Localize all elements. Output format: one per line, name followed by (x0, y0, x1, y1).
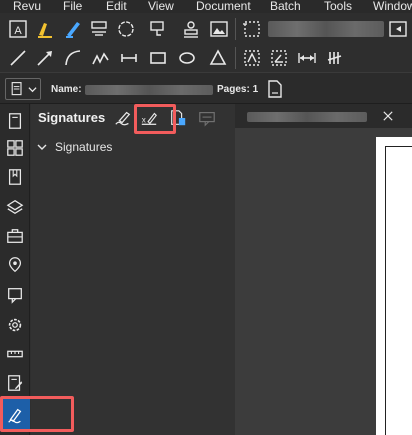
image-tool-icon[interactable] (208, 18, 230, 40)
certify-document-icon[interactable] (167, 107, 189, 129)
menu-window[interactable]: Window (373, 0, 412, 13)
arrow-tool-icon[interactable] (34, 47, 56, 69)
panel-title: Signatures (38, 110, 106, 125)
pen-tool-icon[interactable] (62, 18, 84, 40)
tile-panel-icon[interactable] (4, 137, 26, 159)
measure-area-icon[interactable] (241, 47, 263, 69)
toolbar-overflow-icon[interactable] (387, 18, 409, 40)
toolbar-separator (235, 47, 236, 69)
menu-tools[interactable]: Tools (324, 0, 352, 13)
document-name-value (85, 85, 213, 95)
svg-text:x: x (142, 116, 146, 125)
typewriter-tool-icon[interactable] (88, 18, 110, 40)
line-tool-icon[interactable] (7, 47, 29, 69)
cloud-tool-icon[interactable] (115, 18, 137, 40)
text-box-tool-icon[interactable]: A (7, 18, 29, 40)
document-menu-button[interactable] (5, 78, 41, 100)
validate-signature-icon[interactable] (196, 107, 218, 129)
menu-edit[interactable]: Edit (106, 0, 127, 13)
snapshot-tool-icon[interactable] (241, 18, 263, 40)
stamp-tool-icon[interactable] (180, 18, 202, 40)
close-tab-icon[interactable] (377, 105, 399, 127)
toolbar-separator (235, 18, 236, 40)
bookmarks-panel-icon[interactable] (4, 166, 26, 188)
layers-panel-icon[interactable] (4, 196, 26, 218)
markup-toolbar-top: A (0, 13, 412, 44)
digital-id-signature-icon[interactable]: x (138, 107, 160, 129)
name-label: Name: (51, 84, 82, 95)
properties-panel-icon[interactable] (4, 314, 26, 336)
markups-list-icon[interactable] (4, 372, 26, 394)
tree-item-label: Signatures (55, 140, 113, 154)
count-tool-icon[interactable] (324, 47, 346, 69)
rectangle-tool-icon[interactable] (147, 47, 169, 69)
menu-document[interactable]: Document (196, 0, 251, 13)
document-tab-strip (235, 104, 412, 128)
links-panel-icon[interactable] (4, 284, 26, 306)
side-panel-rail (0, 104, 30, 435)
arc-tool-icon[interactable] (62, 47, 84, 69)
callout-tool-icon[interactable] (147, 18, 169, 40)
menu-bar: Revu File Edit View Document Batch Tools… (0, 0, 412, 13)
menu-batch[interactable]: Batch (270, 0, 301, 13)
document-view (235, 104, 412, 435)
polyline-tool-icon[interactable] (90, 47, 112, 69)
style-dropdown[interactable] (268, 21, 384, 37)
sign-document-icon[interactable] (112, 107, 134, 129)
signatures-tree-item[interactable]: Signatures (37, 140, 112, 154)
svg-text:A: A (14, 25, 22, 37)
page-border (385, 146, 412, 435)
pages-label: Pages: 1 (217, 84, 259, 95)
markup-toolbar-bottom (0, 44, 412, 72)
places-panel-icon[interactable] (4, 254, 26, 276)
document-properties-icon[interactable] (264, 78, 286, 100)
measure-angle-icon[interactable] (268, 47, 290, 69)
toolchest-panel-icon[interactable] (4, 225, 26, 247)
polygon-tool-icon[interactable] (207, 47, 229, 69)
measure-length-icon[interactable] (296, 47, 318, 69)
chevron-down-icon[interactable] (37, 142, 49, 152)
highlighter-tool-icon[interactable] (34, 18, 56, 40)
pdf-page[interactable] (376, 137, 412, 435)
measurements-panel-icon[interactable] (4, 343, 26, 365)
signatures-panel: Signatures x Signatures (31, 104, 235, 435)
thumbnails-panel-icon[interactable] (4, 110, 26, 132)
document-info-bar: Name: Pages: 1 (0, 72, 412, 104)
menu-revu[interactable]: Revu (13, 0, 41, 13)
dimension-tool-icon[interactable] (118, 47, 140, 69)
ellipse-tool-icon[interactable] (176, 47, 198, 69)
signatures-panel-icon[interactable] (0, 399, 30, 431)
menu-view[interactable]: View (148, 0, 174, 13)
document-tab-title[interactable] (247, 112, 367, 122)
menu-file[interactable]: File (63, 0, 82, 13)
chevron-down-icon (28, 86, 37, 92)
